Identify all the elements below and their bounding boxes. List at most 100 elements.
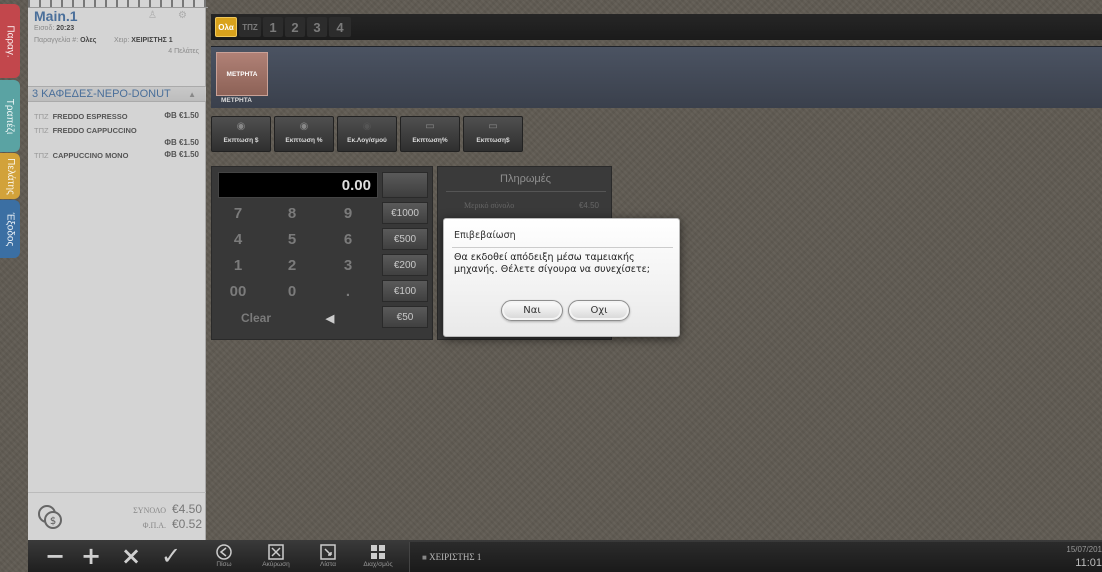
operator-icon: ■	[422, 553, 427, 562]
check-icon: ✓	[160, 542, 182, 570]
receipt-spiral	[28, 0, 208, 8]
settings-icon[interactable]: ⚙	[178, 10, 187, 21]
item-discount-percent-button[interactable]: ▭ Εκπτωση%	[400, 116, 460, 152]
confirmation-dialog: Επιβεβαίωση Θα εκδοθεί απόδειξη μέσω ταμ…	[443, 218, 680, 337]
vat-label: Φ.Π.Α.	[142, 521, 166, 530]
category-tpz-button[interactable]: ΤΠΖ	[239, 17, 261, 37]
side-tab-table[interactable]: Τραπέζι	[0, 80, 20, 152]
key-2[interactable]: 2	[274, 254, 310, 276]
side-tab-label: Πελάτης	[4, 157, 16, 195]
payments-title: Πληρωμές	[500, 173, 551, 185]
side-tab-exit[interactable]: Έξοδος	[0, 200, 20, 258]
bottom-bar: − + × ✓ Πίσω Ακύρωση Λίστα Διαχ/σμός ■ Χ…	[28, 540, 1102, 572]
category-4-button[interactable]: 4	[329, 17, 351, 37]
key-5[interactable]: 5	[274, 228, 310, 250]
plus-icon: +	[80, 542, 102, 570]
receipt-title: Main.1	[34, 8, 78, 24]
delete-button[interactable]: ×	[116, 540, 146, 572]
money-200-button[interactable]: €200	[382, 254, 428, 276]
list-item[interactable]: ΤΠΖ FREDDO CAPPUCCINO	[34, 126, 137, 135]
category-section-title: 3 ΚΑΦΕΔΕΣ-ΝΕΡΟ-DONUT	[32, 88, 171, 100]
selected-payment-label: ΜΕΤΡΗΤΑ	[221, 97, 252, 104]
discount-icon: ◉	[236, 121, 246, 132]
tag-icon: ▭	[425, 121, 435, 132]
subtotal-value: €4.50	[578, 201, 599, 210]
confirm-button[interactable]: ✓	[156, 540, 186, 572]
money-50-button[interactable]: €50	[382, 306, 428, 328]
user-icon[interactable]: ♙	[148, 10, 157, 21]
category-all-button[interactable]: Ολα	[215, 17, 237, 37]
backspace-button[interactable]: ◀	[312, 307, 348, 329]
cancel-icon	[268, 544, 284, 560]
item-discount-amount-button[interactable]: ▭ Εκπτωση$	[463, 116, 523, 152]
item-price: ΦΒ €1.50	[164, 111, 199, 120]
manage-button[interactable]: Διαχ/σμός	[358, 544, 398, 572]
key-9[interactable]: 9	[330, 202, 366, 224]
entry-line: Εισοδ: 20:23	[34, 25, 75, 32]
total-label: ΣΥΝΟΛΟ	[133, 506, 166, 515]
total-value: €4.50	[171, 502, 202, 516]
dialog-title: Επιβεβαίωση	[454, 230, 516, 241]
side-tab-label: Παραγ.	[4, 24, 16, 58]
close-icon: ×	[120, 542, 142, 570]
collapse-icon[interactable]: ▲	[188, 87, 196, 102]
clear-button[interactable]: Clear	[226, 307, 286, 329]
side-tab-orders[interactable]: Παραγ.	[0, 4, 20, 78]
operator-line: Χειρ: ΧΕΙΡΙΣΤΗΣ 1	[114, 37, 173, 44]
key-6[interactable]: 6	[330, 228, 366, 250]
plus-button[interactable]: +	[76, 540, 106, 572]
no-button[interactable]: Οχι	[568, 300, 630, 321]
category-1-button[interactable]: 1	[263, 17, 283, 37]
subtotal-label: Μερικό σύνολο	[464, 201, 515, 210]
numeric-keypad: 0.00 7 8 9 4 5 6 1 2 3 00 0 . Clear ◀ €1…	[211, 166, 433, 340]
category-3-button[interactable]: 3	[307, 17, 327, 37]
key-7[interactable]: 7	[220, 202, 256, 224]
account-discount-button[interactable]: ◉ Εκ.Λογ/σμού	[337, 116, 397, 152]
key-1[interactable]: 1	[220, 254, 256, 276]
list-icon	[320, 544, 336, 560]
back-button[interactable]: Πίσω	[204, 544, 244, 572]
dialog-divider	[452, 247, 673, 248]
side-tab-customer[interactable]: Πελάτης	[0, 153, 20, 199]
tag-icon: ▭	[488, 121, 498, 132]
entry-time: 20:23	[56, 25, 75, 32]
money-500-button[interactable]: €500	[382, 228, 428, 250]
status-strip: ■ ΧΕΙΡΙΣΤΗΣ 1 15/07/201 11:01	[409, 542, 1102, 572]
key-0[interactable]: 0	[274, 280, 310, 302]
side-tab-label: Έξοδος	[4, 212, 16, 246]
cash-payment-button[interactable]: ΜΕΤΡΗΤΑ	[216, 52, 268, 96]
list-item[interactable]: ΤΠΖ CAPPUCCINO MONO	[34, 151, 128, 160]
order-line: Παραγγελία #: Ολες	[34, 37, 97, 44]
category-2-button[interactable]: 2	[285, 17, 305, 37]
operator-status: ■ ΧΕΙΡΙΣΤΗΣ 1	[422, 552, 482, 562]
discount-percent-button[interactable]: ◉ Εκπτωση %	[274, 116, 334, 152]
current-date: 15/07/201	[1066, 545, 1102, 554]
category-bar: Ολα ΤΠΖ 1 2 3 4	[211, 14, 1102, 40]
side-tab-label: Τραπέζι	[4, 98, 16, 134]
discount-icon: ◉	[362, 121, 372, 132]
dialog-message: Θα εκδοθεί απόδειξη μέσω ταμειακής μηχαν…	[454, 252, 650, 275]
key-4[interactable]: 4	[220, 228, 256, 250]
customers-count: 4 Πελάτες	[168, 48, 199, 55]
key-00[interactable]: 00	[220, 280, 256, 302]
money-100-button[interactable]: €100	[382, 280, 428, 302]
list-item[interactable]: ΤΠΖ FREDDO ESPRESSO	[34, 112, 128, 121]
key-3[interactable]: 3	[330, 254, 366, 276]
yes-button[interactable]: Ναι	[501, 300, 563, 321]
money-1000-button[interactable]: €1000	[382, 202, 428, 224]
display-side-button[interactable]	[382, 172, 428, 198]
category-section[interactable]: 3 ΚΑΦΕΔΕΣ-ΝΕΡΟ-DONUT ▲	[28, 86, 206, 102]
list-button[interactable]: Λίστα	[308, 544, 348, 572]
receipt-panel: Main.1 ♙ ⚙ Εισοδ: 20:23 Παραγγελία #: Ολ…	[28, 0, 206, 540]
current-time: 11:01	[1075, 557, 1102, 569]
key-8[interactable]: 8	[274, 202, 310, 224]
minus-button[interactable]: −	[40, 540, 70, 572]
back-icon	[216, 544, 232, 560]
svg-text:$: $	[50, 516, 56, 527]
payments-divider	[446, 191, 606, 192]
cancel-button[interactable]: Ακύρωση	[256, 544, 296, 572]
discount-amount-button[interactable]: ◉ Εκπτωση $	[211, 116, 271, 152]
key-decimal[interactable]: .	[330, 280, 366, 302]
coins-icon: $	[38, 505, 62, 529]
grid-icon	[371, 545, 385, 559]
